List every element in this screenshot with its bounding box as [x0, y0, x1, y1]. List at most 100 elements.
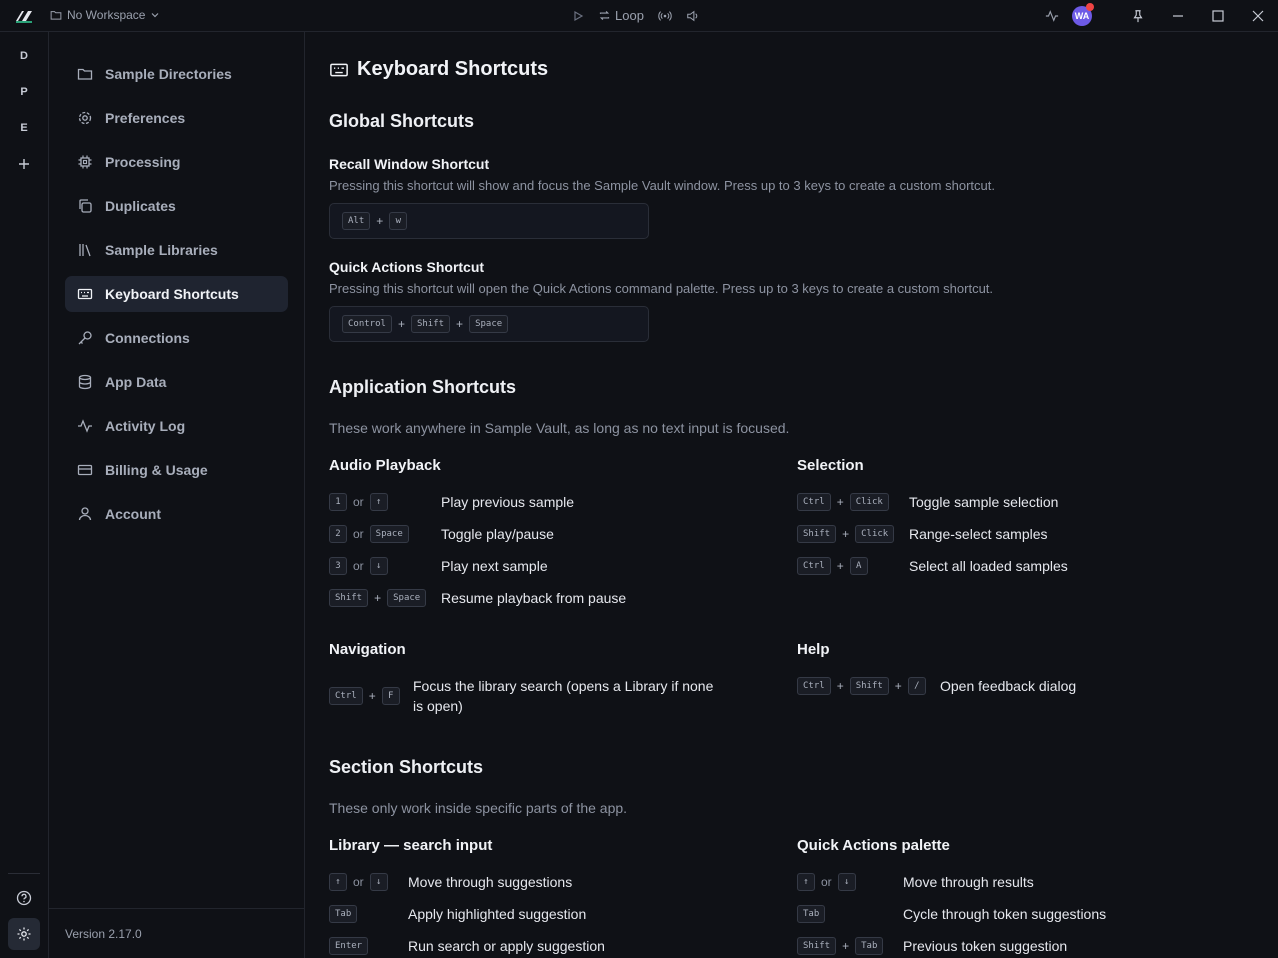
chip-icon: [78, 155, 92, 169]
shortcut-label: Open feedback dialog: [940, 678, 1077, 694]
shortcut-row: Shift + Click: [797, 524, 895, 544]
chevron-down-icon: [152, 13, 159, 18]
sidebar-item-label: Activity Log: [105, 418, 186, 434]
shortcut-label: Previous token suggestion: [903, 938, 1068, 954]
plus-separator: +: [368, 689, 376, 703]
loop-label: Loop: [615, 8, 644, 23]
key-badge: A: [849, 557, 868, 575]
shortcut-row: ↑ or ↓: [797, 872, 856, 892]
plus-separator: +: [376, 214, 384, 228]
shortcut-label: Move through suggestions: [408, 874, 573, 890]
recall-shortcut-title: Recall Window Shortcut: [329, 156, 490, 172]
key-badge: Control: [342, 315, 392, 333]
sidebar-item-sample-libraries[interactable]: Sample Libraries: [65, 232, 288, 268]
shortcut-row: Enter: [329, 936, 369, 956]
sidebar-item-connections[interactable]: Connections: [65, 320, 288, 356]
volume-icon[interactable]: [686, 9, 700, 23]
close-icon: [1252, 10, 1264, 22]
key-badge: Click: [849, 493, 889, 511]
shortcut-label-continued: is open): [413, 698, 463, 714]
quick-actions-shortcut-input[interactable]: Control + Shift + Space: [329, 306, 649, 342]
sidebar-item-sample-directories[interactable]: Sample Directories: [65, 56, 288, 92]
pin-icon: [1133, 10, 1143, 23]
or-separator: or: [353, 527, 364, 541]
audio-playback-heading: Audio Playback: [329, 457, 441, 474]
repeat-icon: [599, 11, 610, 20]
pin-button[interactable]: [1118, 0, 1158, 32]
shortcut-row: 1 or ↑: [329, 492, 388, 512]
user-icon: [78, 507, 92, 521]
sidebar-footer: Version 2.17.0: [49, 908, 305, 958]
sidebar-item-preferences[interactable]: Preferences: [65, 100, 288, 136]
shortcut-row: 2 or Space: [329, 524, 409, 544]
plus-separator: +: [836, 679, 844, 693]
shortcut-row: Tab: [329, 904, 358, 924]
sidebar-item-billing[interactable]: Billing & Usage: [65, 452, 288, 488]
sidebar-item-label: Duplicates: [105, 198, 176, 214]
sidebar-item-label: Account: [105, 506, 161, 522]
close-button[interactable]: [1238, 0, 1278, 32]
key-badge: Space: [369, 525, 409, 543]
main-content: Keyboard Shortcuts Global Shortcuts Reca…: [305, 32, 1278, 958]
sidebar-item-app-data[interactable]: App Data: [65, 364, 288, 400]
key-badge: 3: [329, 557, 347, 575]
help-icon: [16, 890, 32, 906]
rail-item-e[interactable]: E: [14, 118, 34, 138]
loop-button[interactable]: Loop: [598, 8, 644, 23]
key-badge: Ctrl: [329, 687, 363, 705]
key-badge: 2: [329, 525, 347, 543]
user-avatar[interactable]: WA: [1072, 3, 1094, 26]
gear-icon: [78, 111, 92, 125]
add-workspace-button[interactable]: [14, 154, 34, 174]
minimize-button[interactable]: [1158, 0, 1198, 32]
shortcut-label: Play previous sample: [441, 494, 575, 510]
key-badge: ↑: [797, 873, 815, 891]
plus-separator: +: [842, 527, 850, 541]
key-badge: Ctrl: [797, 493, 831, 511]
application-shortcuts-desc: These work anywhere in Sample Vault, as …: [329, 420, 790, 436]
plus-separator: +: [836, 559, 844, 573]
recall-shortcut-input[interactable]: Alt + w: [329, 203, 649, 239]
version-label: Version 2.17.0: [65, 927, 142, 941]
play-icon[interactable]: [572, 10, 584, 22]
page-title-text: Keyboard Shortcuts: [357, 58, 549, 80]
key-badge: Space: [387, 589, 427, 607]
key-badge: ↑: [329, 873, 347, 891]
settings-button[interactable]: [8, 918, 40, 950]
database-icon: [78, 374, 92, 390]
settings-sidebar: Sample Directories Preferences Processin…: [49, 32, 305, 958]
broadcast-icon[interactable]: [658, 9, 672, 23]
key-badge: Alt: [342, 212, 371, 230]
playback-controls: Loop: [572, 8, 700, 23]
sidebar-item-label: Preferences: [105, 110, 186, 126]
key-badge: Shift: [849, 677, 889, 695]
or-separator: or: [353, 559, 364, 573]
shortcut-label: Play next sample: [441, 558, 548, 574]
shortcut-row: Tab: [797, 904, 826, 924]
key-badge: Shift: [797, 937, 837, 955]
quick-actions-shortcut-desc: Pressing this shortcut will open the Qui…: [329, 281, 994, 296]
key-icon: [78, 331, 92, 345]
key-badge: /: [907, 677, 926, 695]
duplicate-icon: [79, 199, 92, 213]
workspace-selector[interactable]: No Workspace: [50, 8, 160, 22]
maximize-button[interactable]: [1198, 0, 1238, 32]
activity-icon[interactable]: [1044, 8, 1060, 24]
sidebar-item-activity-log[interactable]: Activity Log: [65, 408, 288, 444]
rail-item-p[interactable]: P: [14, 82, 34, 102]
sidebar-item-label: Sample Libraries: [105, 242, 218, 258]
shortcut-row: Shift + Tab: [797, 936, 884, 956]
sidebar-item-account[interactable]: Account: [65, 496, 288, 532]
rail-item-d[interactable]: D: [14, 46, 34, 66]
shortcut-label: Toggle play/pause: [441, 526, 554, 542]
section-shortcuts-desc: These only work inside specific parts of…: [329, 800, 628, 816]
sidebar-item-keyboard-shortcuts[interactable]: Keyboard Shortcuts: [65, 276, 288, 312]
shortcut-label: Select all loaded samples: [909, 558, 1068, 574]
sidebar-item-duplicates[interactable]: Duplicates: [65, 188, 288, 224]
rail-divider: [8, 873, 40, 874]
shortcut-row: Ctrl + F: [329, 686, 400, 706]
help-button[interactable]: [14, 888, 34, 908]
shortcut-row: 3 or ↓: [329, 556, 388, 576]
sidebar-item-processing[interactable]: Processing: [65, 144, 288, 180]
plus-icon: [19, 159, 29, 169]
